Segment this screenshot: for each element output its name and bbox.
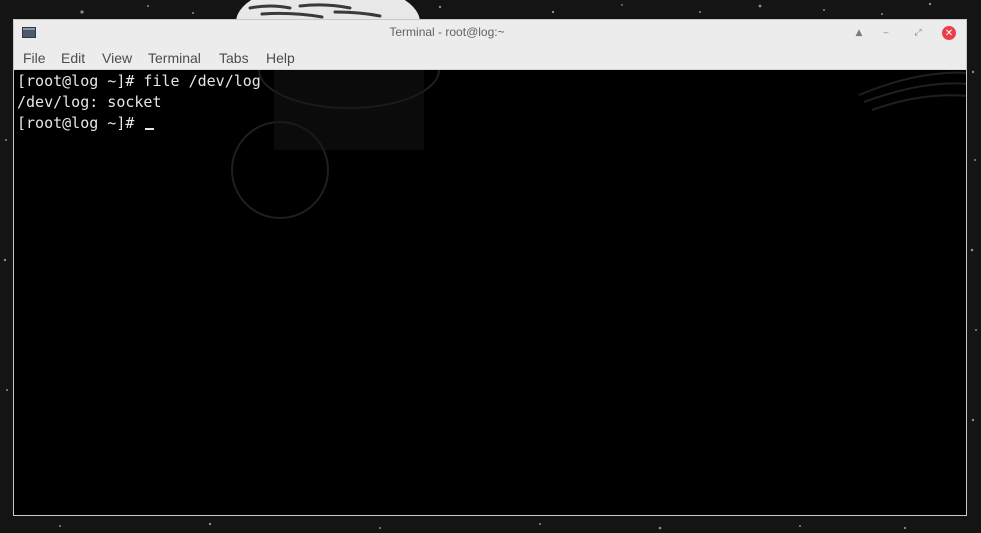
menu-view[interactable]: View [102,50,132,66]
menu-terminal[interactable]: Terminal [148,50,201,66]
terminal-prompt: [root@log ~]# [17,114,144,132]
terminal-prompt-line: [root@log ~]# [17,113,155,134]
menu-tabs[interactable]: Tabs [219,50,249,66]
terminal-output[interactable]: [root@log ~]# file /dev/log /dev/log: so… [14,70,966,515]
menubar: File Edit View Terminal Tabs Help [14,46,966,70]
text-cursor [145,128,155,130]
maximize-icon[interactable]: ⤢ [910,25,926,41]
terminal-line: /dev/log: socket [17,93,162,111]
shade-icon[interactable]: ▲ [851,25,867,41]
desktop: Terminal - root@log:~ ▲ ‒ ⤢ ✕ File Edit … [0,0,981,533]
menu-file[interactable]: File [23,50,46,66]
menu-help[interactable]: Help [266,50,295,66]
terminal-background-art [231,70,966,219]
terminal-line: [root@log ~]# file /dev/log [17,72,261,90]
window-title: Terminal - root@log:~ [389,25,505,39]
menu-edit[interactable]: Edit [61,50,85,66]
titlebar[interactable]: Terminal - root@log:~ ▲ ‒ ⤢ ✕ [14,20,966,46]
minimize-icon[interactable]: ‒ [878,25,894,41]
close-icon[interactable]: ✕ [942,26,956,40]
terminal-window: Terminal - root@log:~ ▲ ‒ ⤢ ✕ File Edit … [13,19,967,516]
